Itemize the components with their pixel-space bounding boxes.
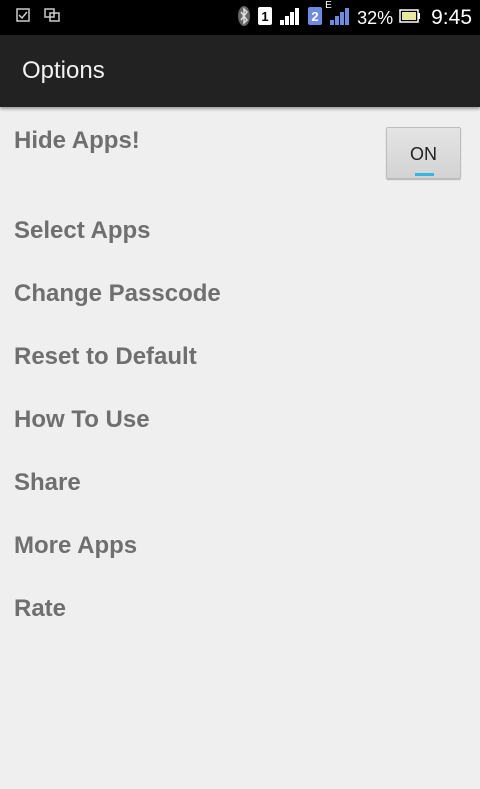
signal-strength-icon xyxy=(279,6,301,31)
windows-notification-icon xyxy=(44,8,60,27)
menu-item-reset-to-default[interactable]: Reset to Default xyxy=(14,337,454,377)
menu-item-more-apps[interactable]: More Apps xyxy=(14,526,454,566)
toggle-indicator xyxy=(415,173,434,176)
hide-apps-toggle-button[interactable]: ON xyxy=(386,127,461,179)
bluetooth-icon xyxy=(237,5,251,32)
hide-apps-row: Hide Apps! ON xyxy=(0,107,480,197)
svg-text:1: 1 xyxy=(261,9,268,24)
action-bar: Options xyxy=(0,35,480,107)
clock: 9:45 xyxy=(431,6,472,29)
checkbox-notification-icon xyxy=(16,8,30,27)
menu-item-share[interactable]: Share xyxy=(14,463,454,503)
network-type-label: E xyxy=(325,0,332,11)
menu-item-change-passcode[interactable]: Change Passcode xyxy=(14,274,454,314)
sim2-icon: 2 xyxy=(307,6,323,31)
menu-item-select-apps[interactable]: Select Apps xyxy=(14,211,454,251)
menu-item-rate[interactable]: Rate xyxy=(14,589,454,629)
menu-item-how-to-use[interactable]: How To Use xyxy=(14,400,454,440)
hide-apps-label: Hide Apps! xyxy=(14,127,140,154)
battery-icon xyxy=(399,8,421,28)
page-title: Options xyxy=(22,57,105,84)
status-bar: 1 2 E 32% 9:45 xyxy=(0,0,480,35)
toggle-state-label: ON xyxy=(410,144,437,164)
battery-percent: 32% xyxy=(357,8,394,28)
sim1-icon: 1 xyxy=(257,6,273,31)
svg-text:2: 2 xyxy=(311,9,318,24)
signal-strength-2-icon: E xyxy=(325,0,351,31)
